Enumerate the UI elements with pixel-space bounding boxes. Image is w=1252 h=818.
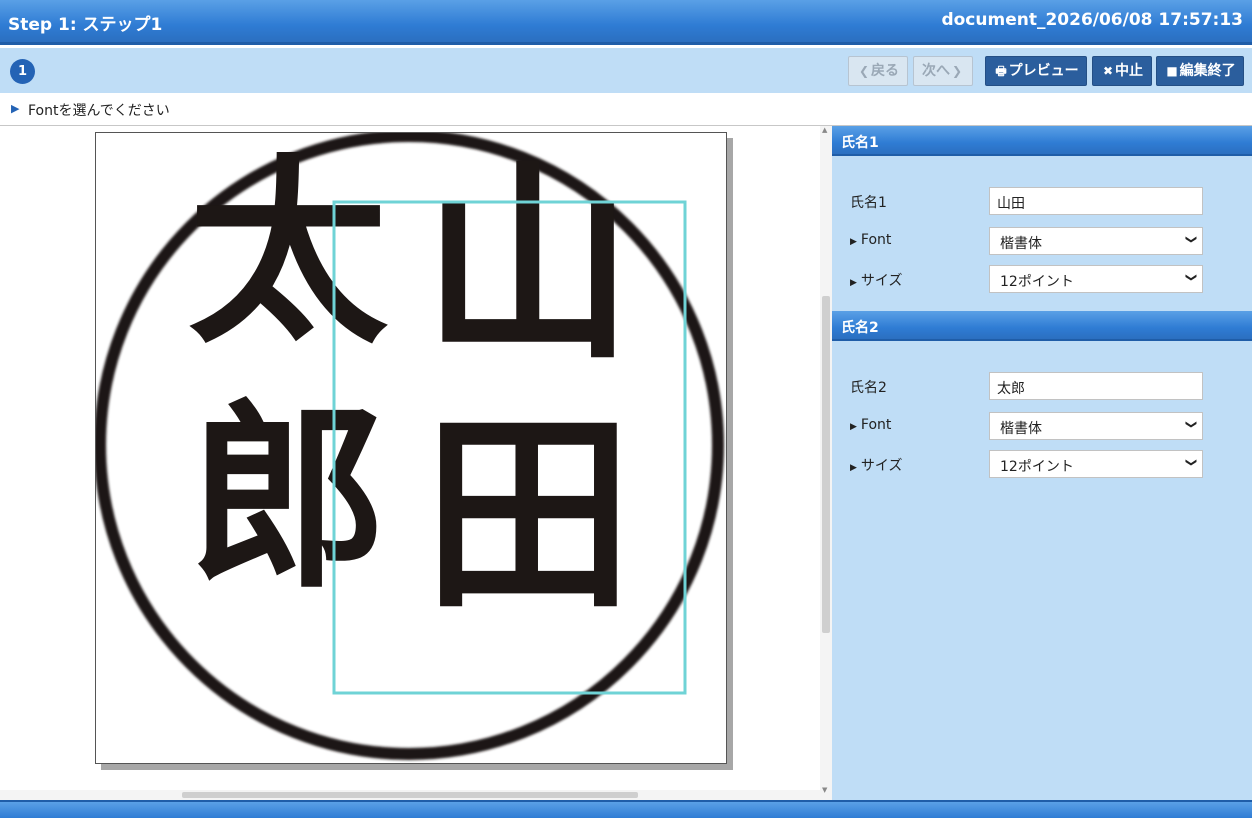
caret-right-icon: ▶	[850, 237, 857, 247]
hint-bar: ▶ Fontを選んでください	[0, 93, 1252, 126]
name1-input[interactable]: 山田	[989, 187, 1203, 215]
cancel-button[interactable]: ✖ 中止	[1092, 56, 1152, 86]
size1-select[interactable]: 12ポイント ❯	[989, 265, 1203, 293]
printer-icon: 🖶	[995, 64, 1007, 78]
scroll-down-icon[interactable]: ▼	[822, 786, 827, 794]
name2-input[interactable]: 太郎	[989, 372, 1203, 400]
title-bar: Step 1: ステップ1 document_2026/06/08 17:57:…	[0, 0, 1252, 45]
name1-label: 氏名1	[850, 195, 887, 211]
scroll-up-icon[interactable]: ▲	[822, 126, 827, 134]
name2-label: 氏名2	[850, 380, 887, 396]
font2-selected: 楷書体	[1000, 421, 1042, 437]
chevron-down-icon: ❯	[1184, 457, 1198, 468]
preview-label: プレビュー	[1008, 63, 1079, 79]
step-number-badge: 1	[10, 59, 35, 84]
preview-button[interactable]: 🖶 プレビュー	[985, 56, 1087, 86]
stamp-char-1: 太	[188, 136, 388, 371]
stop-square-icon: ■	[1166, 64, 1178, 78]
size1-label: ▶ サイズ	[850, 273, 903, 289]
triangle-right-icon: ▶	[11, 102, 20, 115]
finish-label: 編集終了	[1179, 63, 1236, 79]
vertical-scrollbar[interactable]: ▲ ▼	[820, 126, 832, 800]
chevron-left-icon: ❮	[858, 64, 870, 78]
caret-right-icon: ▶	[850, 278, 857, 288]
horizontal-scroll-thumb[interactable]	[182, 792, 638, 798]
size1-selected: 12ポイント	[1000, 274, 1074, 290]
cancel-label: 中止	[1115, 63, 1144, 79]
finish-button[interactable]: ■ 編集終了	[1156, 56, 1244, 86]
caret-right-icon: ▶	[850, 463, 857, 473]
bottom-bar	[0, 800, 1252, 818]
next-label: 次へ	[921, 63, 950, 79]
properties-panel: 氏名1 氏名1 山田 ▶ Font 楷書体 ❯ ▶ サイズ 12ポイント ❯ 氏名2…	[832, 126, 1252, 800]
back-label: 戻る	[871, 63, 900, 79]
font1-select[interactable]: 楷書体 ❯	[989, 227, 1203, 255]
stamp-char-3: 山	[423, 141, 633, 388]
section-header-name2: 氏名2	[832, 311, 1252, 341]
document-name: document_2026/06/08 17:57:13	[941, 10, 1243, 30]
stamp-svg: 太 郎 山 田	[94, 130, 724, 760]
stamp-char-2: 郎	[188, 381, 388, 616]
chevron-down-icon: ❯	[1184, 272, 1198, 283]
step-title: Step 1: ステップ1	[8, 15, 163, 35]
hint-text: Fontを選んでください	[28, 103, 170, 119]
chevron-down-icon: ❯	[1184, 419, 1198, 430]
font1-label: ▶ Font	[850, 232, 892, 248]
stamp-char-4: 田	[423, 391, 633, 638]
horizontal-scrollbar[interactable]	[0, 790, 820, 800]
chevron-right-icon: ❯	[951, 64, 963, 78]
caret-right-icon: ▶	[850, 422, 857, 432]
vertical-scroll-thumb[interactable]	[822, 296, 830, 633]
size2-selected: 12ポイント	[1000, 459, 1074, 475]
font1-selected: 楷書体	[1000, 236, 1042, 252]
section-header-name1: 氏名1	[832, 126, 1252, 156]
size2-select[interactable]: 12ポイント ❯	[989, 450, 1203, 478]
font2-select[interactable]: 楷書体 ❯	[989, 412, 1203, 440]
stamp-canvas[interactable]: 太 郎 山 田	[94, 130, 727, 764]
chevron-down-icon: ❯	[1184, 234, 1198, 245]
close-icon: ✖	[1102, 64, 1114, 78]
canvas-area: 太 郎 山 田 ▲ ▼	[0, 126, 832, 800]
next-button[interactable]: 次へ ❯	[913, 56, 973, 86]
size2-label: ▶ サイズ	[850, 458, 903, 474]
back-button[interactable]: ❮ 戻る	[848, 56, 908, 86]
toolbar: 1 ❮ 戻る 次へ ❯ 🖶 プレビュー ✖ 中止 ■ 編集終了	[0, 48, 1252, 93]
font2-label: ▶ Font	[850, 417, 892, 433]
